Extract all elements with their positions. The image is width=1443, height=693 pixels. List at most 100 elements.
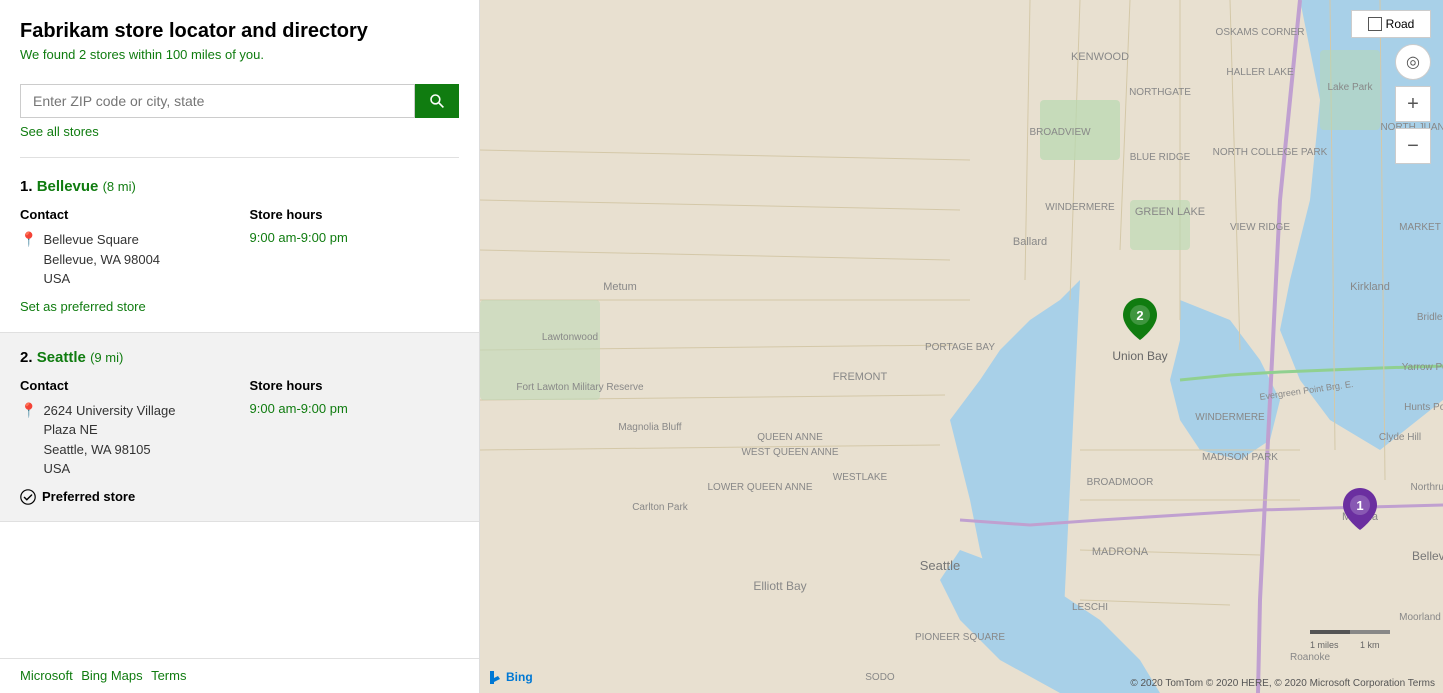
svg-text:WEST QUEEN ANNE: WEST QUEEN ANNE <box>741 447 838 458</box>
svg-text:Elliott Bay: Elliott Bay <box>753 579 806 593</box>
search-input[interactable] <box>20 84 415 118</box>
map-marker-seattle[interactable]: 2 <box>1123 298 1157 340</box>
set-preferred-link-1[interactable]: Set as preferred store <box>20 299 146 314</box>
store-hours-col-1: Store hours 9:00 am-9:00 pm <box>250 207 460 289</box>
left-panel: Fabrikam store locator and directory We … <box>0 0 480 693</box>
location-icon-1: 📍 <box>20 231 37 248</box>
svg-text:1: 1 <box>1356 498 1363 513</box>
search-area: See all stores <box>0 72 479 153</box>
svg-text:Moorland: Moorland <box>1399 612 1441 623</box>
map-container: KENWOOD OSKAMS CORNER Lake Park NORTH JU… <box>480 0 1443 693</box>
road-icon <box>1368 17 1382 31</box>
road-button[interactable]: Road <box>1351 10 1431 38</box>
see-all-link[interactable]: See all stores <box>20 124 99 139</box>
location-icon-2: 📍 <box>20 402 37 419</box>
store-card-bellevue: 1. Bellevue (8 mi) Contact 📍 Bellevue Sq… <box>0 162 479 333</box>
map-controls: Road ◎ + − <box>1351 10 1431 164</box>
terms-link[interactable]: Terms <box>151 668 186 683</box>
zoom-in-button[interactable]: + <box>1395 86 1431 122</box>
svg-text:OSKAMS CORNER: OSKAMS CORNER <box>1216 27 1305 38</box>
store-hours-col-2: Store hours 9:00 am-9:00 pm <box>250 378 460 479</box>
svg-text:Fort Lawton Military Reserve: Fort Lawton Military Reserve <box>516 382 644 393</box>
map-marker-bellevue[interactable]: 1 <box>1343 488 1377 530</box>
svg-text:NORTH COLLEGE PARK: NORTH COLLEGE PARK <box>1213 147 1328 158</box>
bing-label: Bing <box>506 670 533 684</box>
search-row <box>20 84 459 118</box>
store-title-1: 1. Bellevue (8 mi) <box>20 178 459 195</box>
store-details-2: Contact 📍 2624 University Village Plaza … <box>20 378 459 479</box>
svg-text:BROADMOOR: BROADMOOR <box>1087 477 1154 488</box>
svg-text:Northrup: Northrup <box>1411 482 1443 493</box>
footer: Microsoft Bing Maps Terms <box>0 658 479 693</box>
svg-text:WINDERMERE: WINDERMERE <box>1045 202 1115 213</box>
store-card-seattle: 2. Seattle (9 mi) Contact 📍 2624 Univers… <box>0 333 479 522</box>
address-line3-2: Seattle, WA 98105 <box>43 442 150 457</box>
svg-text:LOWER QUEEN ANNE: LOWER QUEEN ANNE <box>707 482 812 493</box>
svg-text:Lawtonwood: Lawtonwood <box>542 332 598 343</box>
svg-text:Roanoke: Roanoke <box>1290 652 1330 663</box>
minus-icon: − <box>1407 135 1419 158</box>
svg-text:LESCHI: LESCHI <box>1072 602 1108 613</box>
divider <box>20 157 459 158</box>
hours-text-1: 9:00 am-9:00 pm <box>250 230 460 245</box>
svg-text:2: 2 <box>1136 308 1143 323</box>
svg-text:WESTLAKE: WESTLAKE <box>833 472 888 483</box>
bing-maps-link[interactable]: Bing Maps <box>81 668 142 683</box>
address-line2-2: Plaza NE <box>43 422 97 437</box>
address-line4-2: USA <box>43 461 70 476</box>
svg-text:BROADVIEW: BROADVIEW <box>1029 127 1091 138</box>
plus-icon: + <box>1407 93 1419 116</box>
contact-header-1: Contact <box>20 207 230 222</box>
address-line1-2: 2624 University Village <box>43 403 175 418</box>
svg-text:SODO: SODO <box>865 672 895 683</box>
svg-text:MADISON PARK: MADISON PARK <box>1202 452 1278 463</box>
svg-text:BLUE RIDGE: BLUE RIDGE <box>1130 152 1191 163</box>
address-text-2: 2624 University Village Plaza NE Seattle… <box>43 401 175 479</box>
svg-text:MARKET: MARKET <box>1399 222 1441 233</box>
svg-text:Magnolia Bluff: Magnolia Bluff <box>618 422 681 433</box>
hours-text-2: 9:00 am-9:00 pm <box>250 401 460 416</box>
header: Fabrikam store locator and directory We … <box>0 0 479 72</box>
bing-icon <box>488 669 504 685</box>
address-line2-1: Bellevue, WA 98004 <box>43 252 160 267</box>
store-title-2: 2. Seattle (9 mi) <box>20 349 459 366</box>
preferred-badge: Preferred store <box>20 489 459 505</box>
svg-text:HALLER LAKE: HALLER LAKE <box>1226 67 1294 78</box>
svg-text:GREEN LAKE: GREEN LAKE <box>1135 206 1205 218</box>
svg-text:Kirkland: Kirkland <box>1350 281 1390 293</box>
store-details-1: Contact 📍 Bellevue Square Bellevue, WA 9… <box>20 207 459 289</box>
search-button[interactable] <box>415 84 459 118</box>
map-svg: KENWOOD OSKAMS CORNER Lake Park NORTH JU… <box>480 0 1443 693</box>
contact-header-2: Contact <box>20 378 230 393</box>
gps-button[interactable]: ◎ <box>1395 44 1431 80</box>
search-icon <box>429 93 445 109</box>
hours-header-1: Store hours <box>250 207 460 222</box>
preferred-check-icon <box>20 489 36 505</box>
svg-text:VIEW RIDGE: VIEW RIDGE <box>1230 222 1290 233</box>
road-label: Road <box>1386 17 1415 31</box>
address-line3-1: USA <box>43 271 70 286</box>
svg-text:Yarrow Point: Yarrow Point <box>1402 362 1443 373</box>
subtitle: We found 2 stores within 100 miles of yo… <box>20 47 459 62</box>
store-contact-col-2: Contact 📍 2624 University Village Plaza … <box>20 378 230 479</box>
zoom-out-button[interactable]: − <box>1395 128 1431 164</box>
store-contact-col-1: Contact 📍 Bellevue Square Bellevue, WA 9… <box>20 207 230 289</box>
svg-text:Seattle: Seattle <box>920 558 960 573</box>
address-text-1: Bellevue Square Bellevue, WA 98004 USA <box>43 230 160 289</box>
page-title: Fabrikam store locator and directory <box>20 20 459 43</box>
microsoft-link[interactable]: Microsoft <box>20 668 73 683</box>
svg-text:Carlton Park: Carlton Park <box>632 502 689 513</box>
map-attribution: © 2020 TomTom © 2020 HERE, © 2020 Micros… <box>1130 678 1435 689</box>
svg-text:NORTHGATE: NORTHGATE <box>1129 87 1191 98</box>
svg-text:Union Bay: Union Bay <box>1112 349 1167 363</box>
address-row-2: 📍 2624 University Village Plaza NE Seatt… <box>20 401 230 479</box>
svg-text:MADRONA: MADRONA <box>1092 546 1149 558</box>
gps-icon: ◎ <box>1406 52 1420 72</box>
svg-text:PIONEER SQUARE: PIONEER SQUARE <box>915 632 1005 643</box>
address-row-1: 📍 Bellevue Square Bellevue, WA 98004 USA <box>20 230 230 289</box>
svg-text:1 miles: 1 miles <box>1310 640 1339 650</box>
svg-text:1 km: 1 km <box>1360 640 1380 650</box>
hours-header-2: Store hours <box>250 378 460 393</box>
svg-text:Bellevue: Bellevue <box>1412 549 1443 563</box>
svg-text:KENWOOD: KENWOOD <box>1071 51 1129 63</box>
